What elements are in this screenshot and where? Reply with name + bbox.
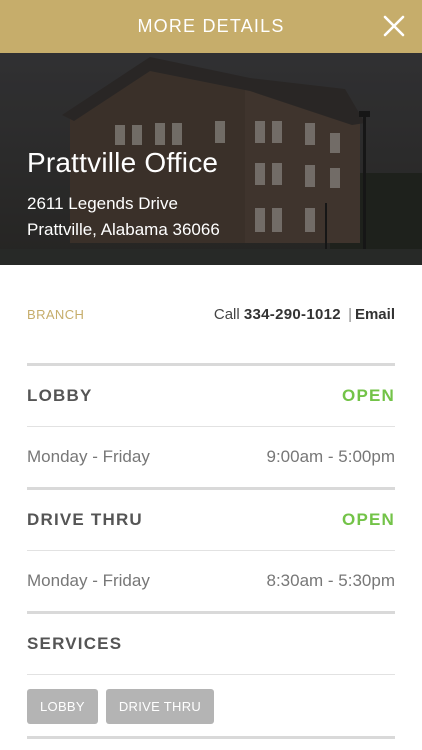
lobby-title: LOBBY xyxy=(27,386,93,405)
close-icon xyxy=(383,15,405,37)
office-address: 2611 Legends Drive Prattville, Alabama 3… xyxy=(27,191,220,243)
close-button[interactable] xyxy=(378,10,410,42)
service-tag-lobby: LOBBY xyxy=(27,689,98,724)
service-tag-drive-thru: DRIVE THRU xyxy=(105,689,215,724)
contact-separator: | xyxy=(348,305,352,323)
branch-label: BRANCH xyxy=(27,306,85,322)
office-info: Prattville Office 2611 Legends Drive Pra… xyxy=(27,147,220,243)
services-header: SERVICES xyxy=(27,614,395,674)
contact-info: Call 334-290-1012 | Email xyxy=(214,306,395,323)
office-name: Prattville Office xyxy=(27,147,219,178)
drive-thru-hours: 8:30am - 5:30pm xyxy=(266,571,395,590)
drive-thru-status: OPEN xyxy=(342,510,395,529)
details-content: BRANCH Call 334-290-1012 | Email LOBBY OP… xyxy=(27,265,395,739)
call-prefix: Call xyxy=(213,305,240,323)
lobby-days: Monday - Friday xyxy=(27,447,150,466)
services-title: SERVICES xyxy=(27,634,123,653)
drive-thru-title: DRIVE THRU xyxy=(27,510,143,529)
lobby-status: OPEN xyxy=(342,386,395,405)
page-title: MORE DETAILS xyxy=(137,16,285,36)
services-list: LOBBY DRIVE THRU xyxy=(27,675,395,736)
lobby-hours: 9:00am - 5:00pm xyxy=(266,447,395,466)
drive-thru-header: DRIVE THRU OPEN xyxy=(27,490,395,550)
lobby-header: LOBBY OPEN xyxy=(27,366,395,426)
drive-thru-hours-row: Monday - Friday 8:30am - 5:30pm xyxy=(27,551,395,611)
phone-link[interactable]: 334-290-1012 xyxy=(244,306,341,323)
address-line-1: 2611 Legends Drive xyxy=(27,194,178,213)
lobby-hours-row: Monday - Friday 9:00am - 5:00pm xyxy=(27,427,395,487)
office-hero: Prattville Office 2611 Legends Drive Pra… xyxy=(0,53,422,265)
drive-thru-days: Monday - Friday xyxy=(27,571,150,590)
branch-row: BRANCH Call 334-290-1012 | Email xyxy=(27,265,395,363)
email-link[interactable]: Email xyxy=(355,306,395,323)
divider xyxy=(27,736,395,739)
address-line-2: Prattville, Alabama 36066 xyxy=(27,220,220,239)
header-bar: MORE DETAILS xyxy=(0,0,422,53)
